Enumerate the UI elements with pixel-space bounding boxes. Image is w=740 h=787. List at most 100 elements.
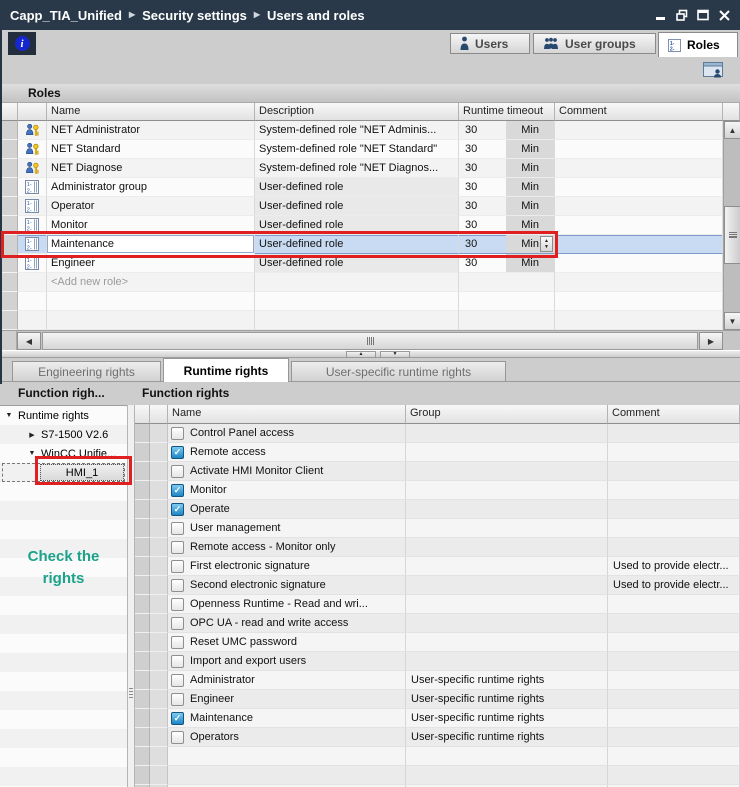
role-row-net-diagnose[interactable]: NET DiagnoseSystem-defined role "NET Dia… [0,159,723,178]
column-header-name[interactable]: Name [47,103,255,121]
row-gutter[interactable] [0,311,18,330]
frow-gutter[interactable] [135,747,150,766]
role-row-net-standard[interactable]: NET StandardSystem-defined role "NET Sta… [0,140,723,159]
frow-gutter[interactable] [135,690,150,709]
breadcrumb-item[interactable]: Users and roles [267,8,365,23]
scroll-down-button[interactable]: ▼ [724,312,740,330]
frow-gutter[interactable] [135,424,150,443]
checkbox-unchecked[interactable] [171,598,184,611]
timeout-value[interactable]: 30 [459,159,477,177]
frow-gutter[interactable] [135,481,150,500]
checkbox-unchecked[interactable] [171,579,184,592]
frow-gutter[interactable] [135,671,150,690]
tree-item-label[interactable]: S7-1500 V2.6 [41,429,108,441]
timeout-value[interactable]: 30 [459,178,477,196]
function-right-row-monitor[interactable]: ✓Monitor [135,481,740,500]
tree-item-label[interactable]: Runtime rights [18,410,89,422]
tree-item-runtime-rights[interactable]: ▼Runtime rights [0,406,127,425]
user-dialog-icon[interactable] [702,61,724,80]
frow-gutter[interactable] [135,595,150,614]
timeout-unit-dropdown[interactable]: Min [506,197,554,215]
function-right-row-remote-access[interactable]: ✓Remote access [135,443,740,462]
scroll-right-button[interactable]: ▶ [699,332,723,350]
function-right-row-opc-ua-read-and-write-access[interactable]: OPC UA - read and write access [135,614,740,633]
row-gutter[interactable] [0,121,18,140]
scroll-left-button[interactable]: ◀ [17,332,41,350]
role-comment-cell[interactable] [555,273,723,292]
roles-horizontal-scrollbar[interactable]: ◀ ▶ [0,330,740,350]
function-right-row-reset-umc-password[interactable]: Reset UMC password [135,633,740,652]
role-row--add-new-role-[interactable]: <Add new role> [0,273,723,292]
timeout-value[interactable]: 30 [459,197,477,215]
role-timeout-cell[interactable] [459,273,555,292]
scroll-thumb[interactable] [724,206,740,264]
role-comment-cell[interactable] [555,254,723,273]
fcolumn-header-name[interactable]: Name [168,405,406,424]
frow-gutter[interactable] [135,462,150,481]
frow-gutter[interactable] [135,557,150,576]
row-gutter[interactable] [0,140,18,159]
frow-gutter[interactable] [135,576,150,595]
frow-gutter[interactable] [135,614,150,633]
breadcrumb-item[interactable]: Security settings [142,8,247,23]
tab-user-specific-runtime-rights[interactable]: User-specific runtime rights [291,361,506,382]
fcolumn-header-comment[interactable]: Comment [608,405,740,424]
checkbox-unchecked[interactable] [171,560,184,573]
splitter-collapse-down-button[interactable]: ▼ [380,351,410,358]
role-comment-cell[interactable] [555,197,723,216]
tab-runtime-rights[interactable]: Runtime rights [163,358,289,382]
timeout-unit-dropdown[interactable]: Min [506,140,554,158]
role-name-cell[interactable]: <Add new role> [47,273,255,292]
role-description-cell[interactable] [255,292,459,311]
splitter-collapse-up-button[interactable]: ▲ [346,351,376,358]
frow-gutter[interactable] [135,728,150,747]
role-comment-cell[interactable] [555,292,723,311]
column-header-comment[interactable]: Comment [555,103,723,121]
breadcrumb[interactable]: Capp_TIA_Unified▶Security settings▶Users… [0,8,365,23]
hscroll-thumb[interactable] [42,332,698,350]
role-comment-cell[interactable] [555,121,723,140]
frow-gutter[interactable] [135,500,150,519]
role-name-cell[interactable]: Operator [47,197,255,216]
role-description-cell[interactable] [255,311,459,330]
checkbox-unchecked[interactable] [171,522,184,535]
frow-gutter[interactable] [135,709,150,728]
function-right-row-user-management[interactable]: User management [135,519,740,538]
row-gutter[interactable] [0,273,18,292]
minimize-button[interactable] [654,8,668,22]
checkbox-unchecked[interactable] [171,731,184,744]
fcolumn-header-group[interactable]: Group [406,405,608,424]
role-name-cell[interactable]: NET Diagnose [47,159,255,178]
role-description-cell[interactable]: System-defined role "NET Standard" [255,140,459,159]
timeout-value[interactable]: 30 [459,140,477,158]
role-name-cell[interactable] [47,311,255,330]
checkbox-unchecked[interactable] [171,541,184,554]
tab-user-groups[interactable]: User groups [533,33,656,54]
function-right-row-administrator[interactable]: AdministratorUser-specific runtime right… [135,671,740,690]
roles-vertical-scrollbar[interactable]: ▲ ▼ [723,121,740,330]
close-button[interactable] [717,8,731,22]
tree-item-s7-1500-v2-6[interactable]: ▶S7-1500 V2.6 [0,425,127,444]
function-right-row-import-and-export-users[interactable]: Import and export users [135,652,740,671]
frow-gutter[interactable] [135,538,150,557]
function-right-row-second-electronic-signature[interactable]: Second electronic signatureUsed to provi… [135,576,740,595]
tab-engineering-rights[interactable]: Engineering rights [12,361,161,382]
row-gutter[interactable] [0,178,18,197]
role-timeout-cell[interactable]: 30Min [459,159,555,178]
role-timeout-cell[interactable]: 30Min [459,121,555,140]
role-row-net-administrator[interactable]: NET AdministratorSystem-defined role "NE… [0,121,723,140]
timeout-unit-dropdown[interactable]: Min [506,121,554,139]
role-timeout-cell[interactable] [459,292,555,311]
function-right-row-maintenance[interactable]: ✓MaintenanceUser-specific runtime rights [135,709,740,728]
checkbox-checked[interactable]: ✓ [171,484,184,497]
checkbox-unchecked[interactable] [171,636,184,649]
frow-gutter[interactable] [135,443,150,462]
frow-gutter[interactable] [135,652,150,671]
checkbox-unchecked[interactable] [171,655,184,668]
role-comment-cell[interactable] [555,235,723,254]
tab-users[interactable]: Users [450,33,530,54]
role-timeout-cell[interactable]: 30 Min [459,197,555,216]
frow-gutter[interactable] [135,633,150,652]
checkbox-unchecked[interactable] [171,465,184,478]
row-gutter[interactable] [0,197,18,216]
